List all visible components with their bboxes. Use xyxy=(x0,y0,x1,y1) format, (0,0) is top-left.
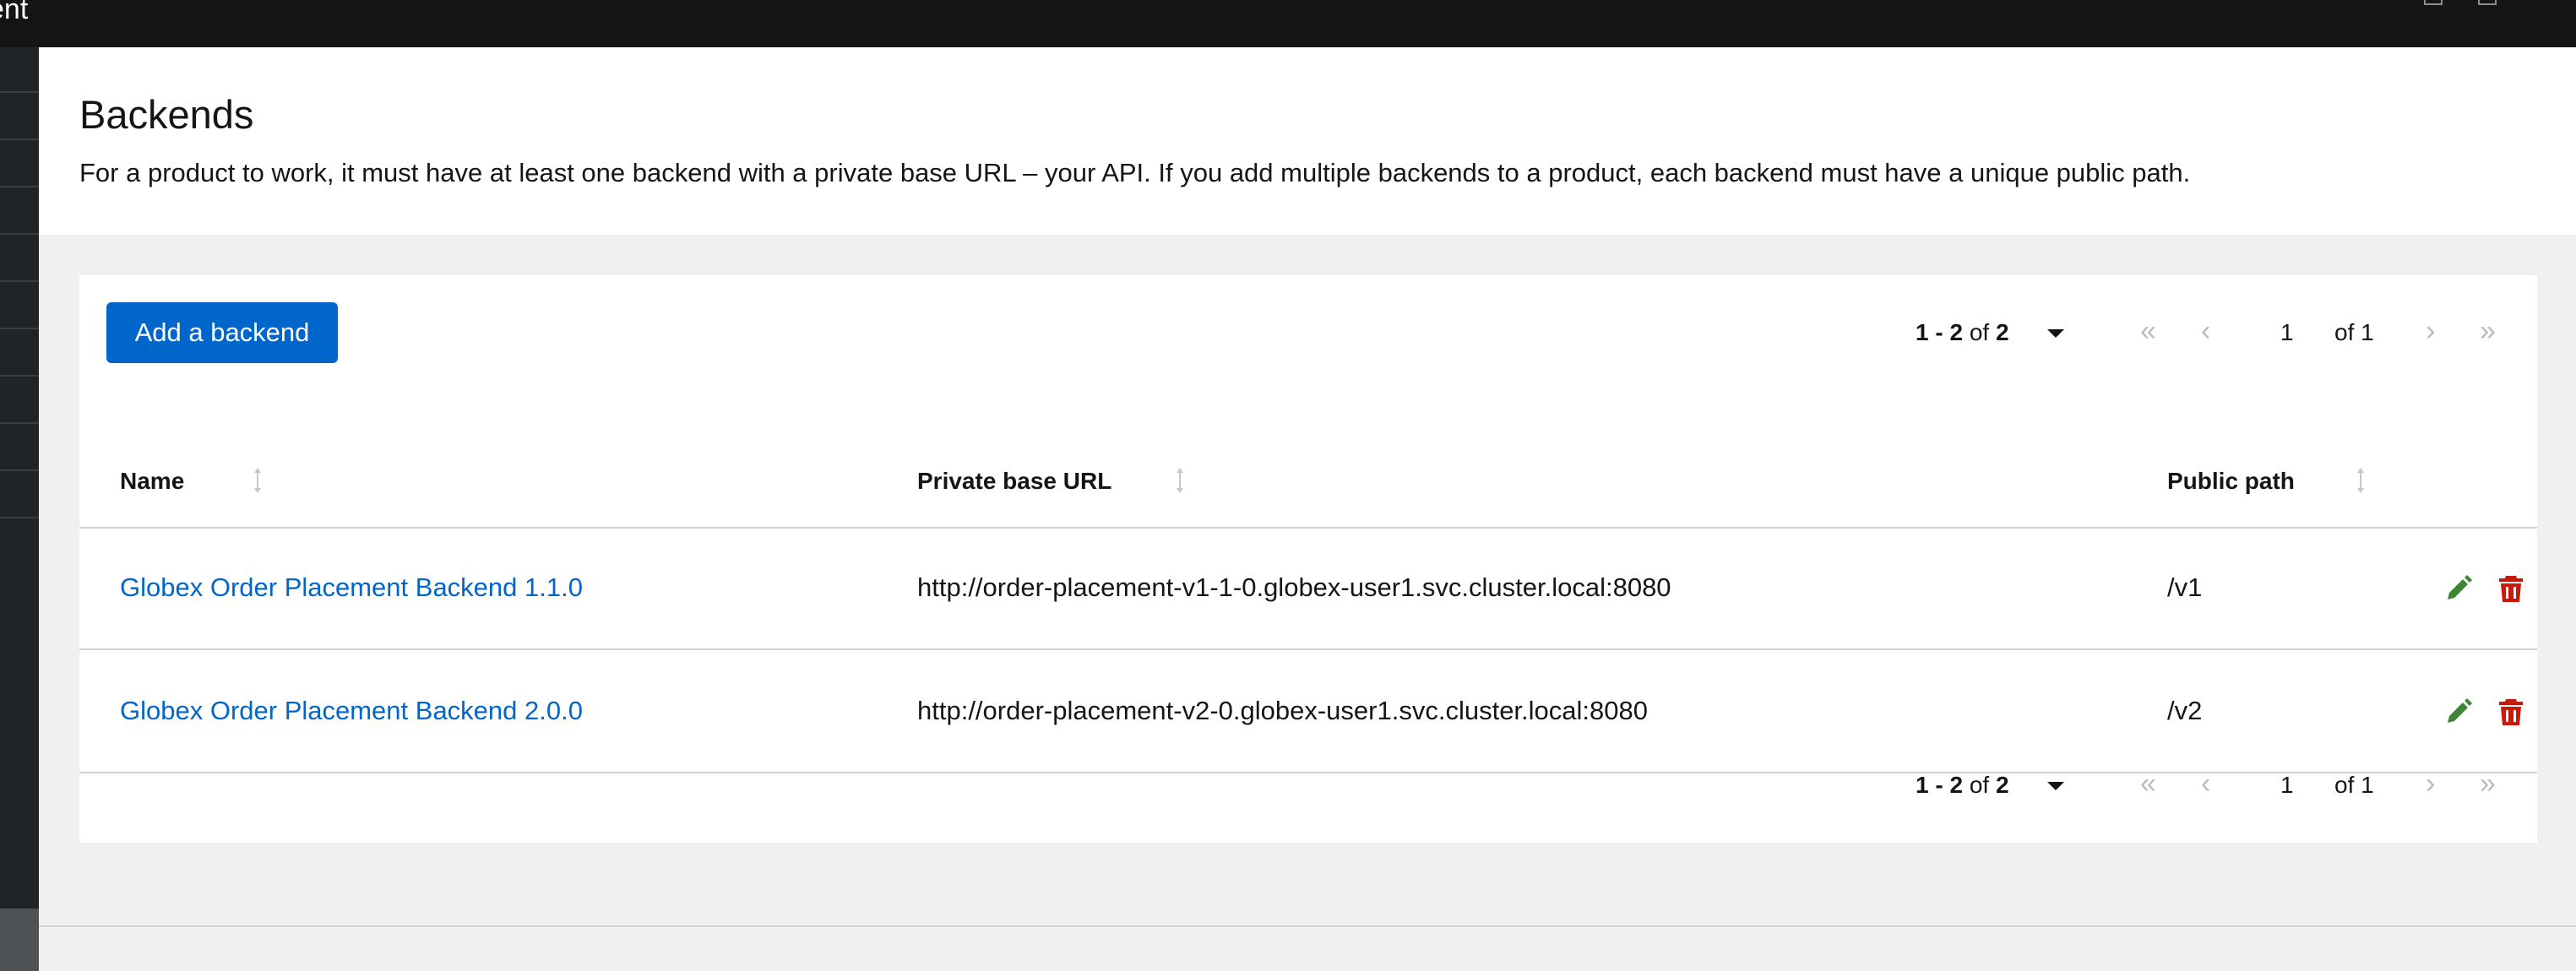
sort-icon[interactable] xyxy=(2356,466,2365,495)
user-menu-icon[interactable] xyxy=(2478,0,2497,5)
page-number-input[interactable]: 1 xyxy=(2280,772,2294,799)
page-title: Backends xyxy=(79,92,254,137)
main-content: Backends For a product to work, it must … xyxy=(39,47,2576,951)
sidebar-divider xyxy=(0,422,39,424)
pagination-range: 1 - 2 xyxy=(1916,319,1964,345)
delete-trash-icon[interactable] xyxy=(2497,574,2525,603)
sidebar-divider xyxy=(0,517,39,518)
edit-pencil-icon[interactable] xyxy=(2444,697,2473,726)
last-page-icon[interactable]: » xyxy=(2480,314,2496,348)
sidebar-divider xyxy=(0,280,39,282)
sidebar-divider xyxy=(0,233,39,235)
prev-page-icon[interactable]: ‹ xyxy=(2201,767,2210,800)
sidebar-divider xyxy=(0,186,39,187)
sidebar-divider xyxy=(0,91,39,93)
pagination-of-label: of xyxy=(1969,319,1990,345)
next-page-icon[interactable]: › xyxy=(2426,314,2435,348)
column-header-public-path[interactable]: Public path xyxy=(2167,468,2295,495)
caret-down-icon[interactable] xyxy=(2047,782,2064,790)
backend-public-path: /v2 xyxy=(2167,696,2203,725)
pagination-top: 1 - 2 of 2 « ‹ 1 of 1 › » xyxy=(1916,307,2574,358)
column-header-name[interactable]: Name xyxy=(120,468,184,495)
edit-pencil-icon[interactable] xyxy=(2444,574,2473,603)
pagination-total: 2 xyxy=(1995,772,2009,798)
caret-down-icon[interactable] xyxy=(2047,329,2064,338)
backend-name-link[interactable]: Globex Order Placement Backend 2.0.0 xyxy=(120,696,583,726)
pagination-of-label: of xyxy=(1969,772,1990,798)
masthead: ent xyxy=(0,0,2576,47)
delete-trash-icon[interactable] xyxy=(2497,697,2525,726)
masthead-title: ent xyxy=(0,0,29,25)
column-header-private-base-url[interactable]: Private base URL xyxy=(917,468,1111,495)
pagination-total: 2 xyxy=(1995,319,2009,345)
pagination-of-pages: of 1 xyxy=(2334,319,2374,345)
sidebar-divider xyxy=(0,138,39,140)
sidebar-divider xyxy=(0,375,39,377)
sidebar-divider xyxy=(0,328,39,329)
row-divider xyxy=(79,648,2537,650)
pagination-bottom: 1 - 2 of 2 « ‹ 1 of 1 › » xyxy=(1916,760,2574,811)
sidebar xyxy=(0,47,39,971)
pagination-of-pages: of 1 xyxy=(2334,772,2374,798)
backends-card: Add a backend 1 - 2 of 2 « ‹ 1 of 1 › » … xyxy=(79,275,2537,843)
pagination-count[interactable]: 1 - 2 of 2 xyxy=(1916,772,2009,799)
backend-public-path: /v1 xyxy=(2167,572,2203,602)
sidebar-divider xyxy=(0,469,39,471)
footer-divider xyxy=(39,925,2576,927)
pagination-count[interactable]: 1 - 2 of 2 xyxy=(1916,319,2009,346)
backend-name-link[interactable]: Globex Order Placement Backend 1.1.0 xyxy=(120,572,583,603)
first-page-icon[interactable]: « xyxy=(2140,767,2156,800)
first-page-icon[interactable]: « xyxy=(2140,314,2156,348)
help-icon[interactable] xyxy=(2424,0,2443,5)
sort-icon[interactable] xyxy=(253,466,262,495)
page-number-input[interactable]: 1 xyxy=(2280,319,2294,346)
backend-private-url: http://order-placement-v1-1-0.globex-use… xyxy=(917,572,1671,602)
prev-page-icon[interactable]: ‹ xyxy=(2201,314,2210,348)
backend-private-url: http://order-placement-v2-0.globex-user1… xyxy=(917,696,1648,725)
add-backend-button[interactable]: Add a backend xyxy=(106,302,338,363)
next-page-icon[interactable]: › xyxy=(2426,767,2435,800)
page-header: Backends For a product to work, it must … xyxy=(39,47,2576,235)
sidebar-item-active[interactable] xyxy=(0,909,39,971)
table-header-divider xyxy=(79,527,2537,529)
last-page-icon[interactable]: » xyxy=(2480,767,2496,800)
pagination-range: 1 - 2 xyxy=(1916,772,1964,798)
page-description: For a product to work, it must have at l… xyxy=(79,158,2191,187)
sort-icon[interactable] xyxy=(1176,466,1184,495)
